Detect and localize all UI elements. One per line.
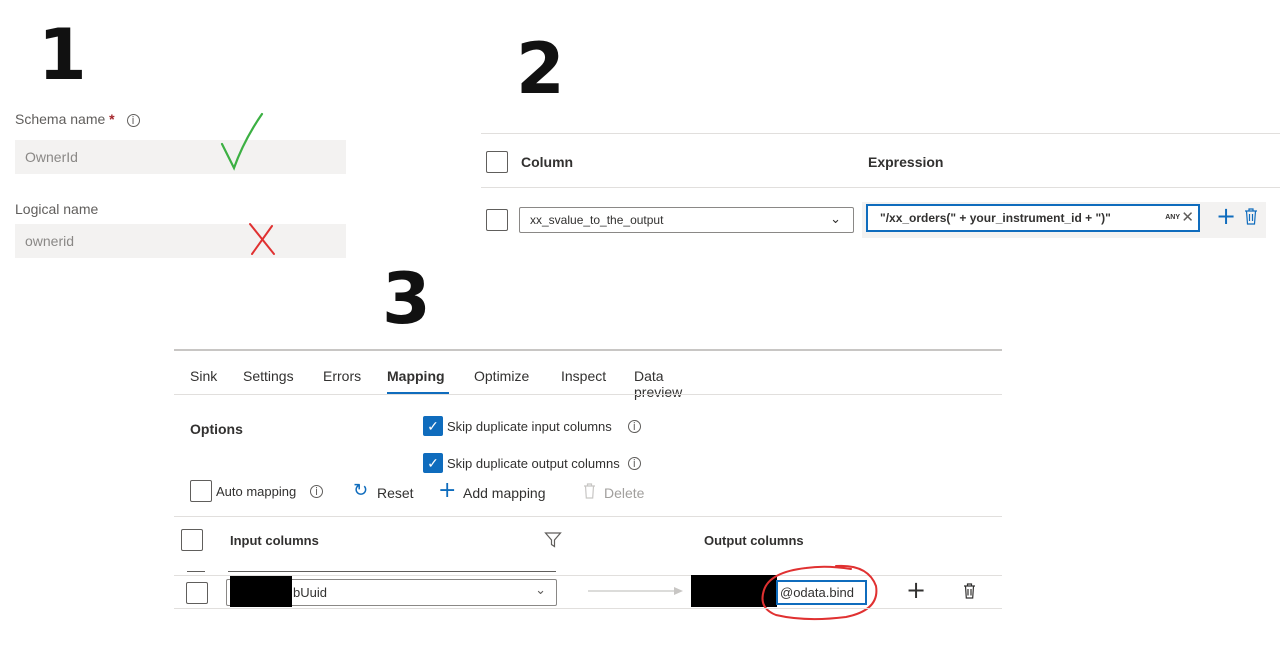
info-icon[interactable]: i [627,456,641,470]
add-row-icon[interactable]: + [906,578,926,602]
info-icon[interactable]: i [310,485,323,498]
tab-sink[interactable]: Sink [190,368,217,384]
info-icon[interactable]: i [126,114,140,127]
logical-name-field[interactable]: ownerid [15,224,346,258]
options-label: Options [190,421,243,437]
schema-name-value: OwnerId [25,149,78,165]
type-badge: ANY [1165,214,1180,221]
input-column-value: bUuid [293,585,327,600]
toolbar: Auto mapping i ↻ Reset + Add mapping Del… [190,478,660,504]
clear-icon[interactable]: ✕ [1181,208,1194,226]
expression-input[interactable]: "/xx_orders(" + your_instrument_id + ")"… [866,204,1200,232]
trash-icon [584,483,595,499]
auto-mapping-label: Auto mapping [216,484,297,499]
row-checkbox[interactable] [186,582,208,604]
logical-name-label: Logical name [15,201,99,217]
chevron-down-icon: ⌄ [535,582,546,597]
skip-input-row: ✓ Skip duplicate input columns i [423,416,641,436]
schema-name-label-text: Schema name [15,111,106,127]
reset-button[interactable]: Reset [377,485,414,501]
tab-mapping[interactable]: Mapping [387,368,445,384]
skip-input-label: Skip duplicate input columns [447,418,612,434]
expression-header: Expression [868,154,944,170]
reset-icon[interactable]: ↻ [353,480,368,501]
panel3-top-divider [174,349,1002,351]
header-rule-input [228,571,556,572]
column-dropdown[interactable]: xx_svalue_to_the_output ⌄ [519,207,854,233]
trash-icon[interactable] [963,583,976,599]
skip-output-label: Skip duplicate output columns [447,455,620,471]
output-columns-header: Output columns [704,533,804,548]
marker-1: 1 [38,14,87,96]
plus-icon[interactable]: + [438,478,456,503]
red-cross-annotation [249,223,275,255]
schema-name-field[interactable]: OwnerId [15,140,346,174]
input-columns-header: Input columns [230,533,319,548]
filter-icon[interactable] [544,531,562,549]
red-circle-annotation [761,564,878,621]
add-icon[interactable]: + [1216,204,1236,228]
green-checkmark-annotation [220,112,264,171]
row-checkbox[interactable] [486,209,508,231]
skip-input-checkbox[interactable]: ✓ [423,416,443,436]
info-icon[interactable]: i [627,419,641,433]
panel2-header-divider [481,187,1280,188]
mapping-arrow-icon [588,587,683,595]
skip-output-checkbox[interactable]: ✓ [423,453,443,473]
column-header: Column [521,154,574,170]
trash-icon[interactable] [1244,208,1258,225]
input-column-dropdown[interactable]: bUuid ⌄ [226,576,557,607]
tab-settings[interactable]: Settings [243,368,294,384]
tab-inspect[interactable]: Inspect [561,368,606,384]
marker-2: 2 [516,28,565,110]
tab-errors[interactable]: Errors [323,368,361,384]
required-mark: * [109,111,115,127]
delete-button: Delete [604,485,645,501]
schema-name-label: Schema name * i [15,111,140,127]
redacted-block [230,576,292,607]
column-dropdown-value: xx_svalue_to_the_output [530,213,664,227]
panel2-top-divider [481,133,1280,134]
logical-name-value: ownerid [25,233,75,249]
tab-bar-divider [174,394,1002,395]
expression-value: "/xx_orders(" + your_instrument_id + ")" [880,211,1111,225]
tab-data-preview[interactable]: Data preview [634,368,682,400]
header-checkbox[interactable] [181,529,203,551]
select-all-checkbox[interactable] [486,151,508,173]
header-rule-left [187,571,205,572]
marker-3: 3 [382,258,431,340]
row-bottom-divider [174,608,1002,609]
auto-mapping-checkbox[interactable] [190,480,212,502]
add-mapping-button[interactable]: Add mapping [463,485,546,501]
toolbar-divider [174,516,1002,517]
chevron-down-icon: ⌄ [830,211,841,226]
skip-output-row: ✓ Skip duplicate output columns i [423,453,641,473]
tab-optimize[interactable]: Optimize [474,368,529,384]
